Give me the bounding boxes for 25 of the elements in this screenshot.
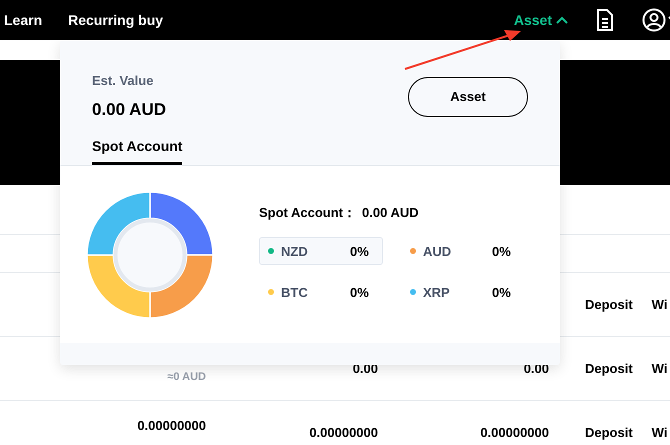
- asset-button[interactable]: Asset: [408, 77, 528, 117]
- action-link[interactable]: Wi: [652, 358, 668, 378]
- user-icon[interactable]: [642, 8, 666, 32]
- table-cell: 0.00000000: [309, 424, 378, 440]
- action-link[interactable]: Deposit: [585, 422, 633, 442]
- est-value-label: Est. Value: [92, 72, 154, 90]
- caret-icon: [556, 16, 568, 24]
- action-link[interactable]: Wi: [652, 422, 668, 442]
- action-link[interactable]: Deposit: [585, 358, 633, 378]
- document-icon[interactable]: [596, 9, 614, 31]
- summary-value: 0.00 AUD: [362, 204, 419, 222]
- asset-menu[interactable]: Asset: [514, 10, 568, 30]
- action-link[interactable]: Wi: [652, 294, 668, 314]
- action-link[interactable]: Deposit: [585, 294, 633, 314]
- approx-value: ≈0 AUD: [167, 370, 206, 386]
- table-cell-text: 0.00000000: [137, 416, 206, 435]
- legend-item[interactable]: XRP 0%: [401, 278, 525, 306]
- summary-label: Spot Account：: [259, 204, 356, 222]
- nav-link[interactable]: Learn: [4, 10, 42, 30]
- est-value: 0.00 AUD: [92, 98, 166, 120]
- legend-item[interactable]: BTC 0%: [259, 278, 383, 306]
- table-cell: 0.00000000: [480, 424, 549, 440]
- legend-item[interactable]: NZD 0%: [259, 237, 383, 266]
- legend-item[interactable]: AUD 0%: [401, 237, 525, 266]
- nav-link[interactable]: Recurring buy: [68, 10, 164, 30]
